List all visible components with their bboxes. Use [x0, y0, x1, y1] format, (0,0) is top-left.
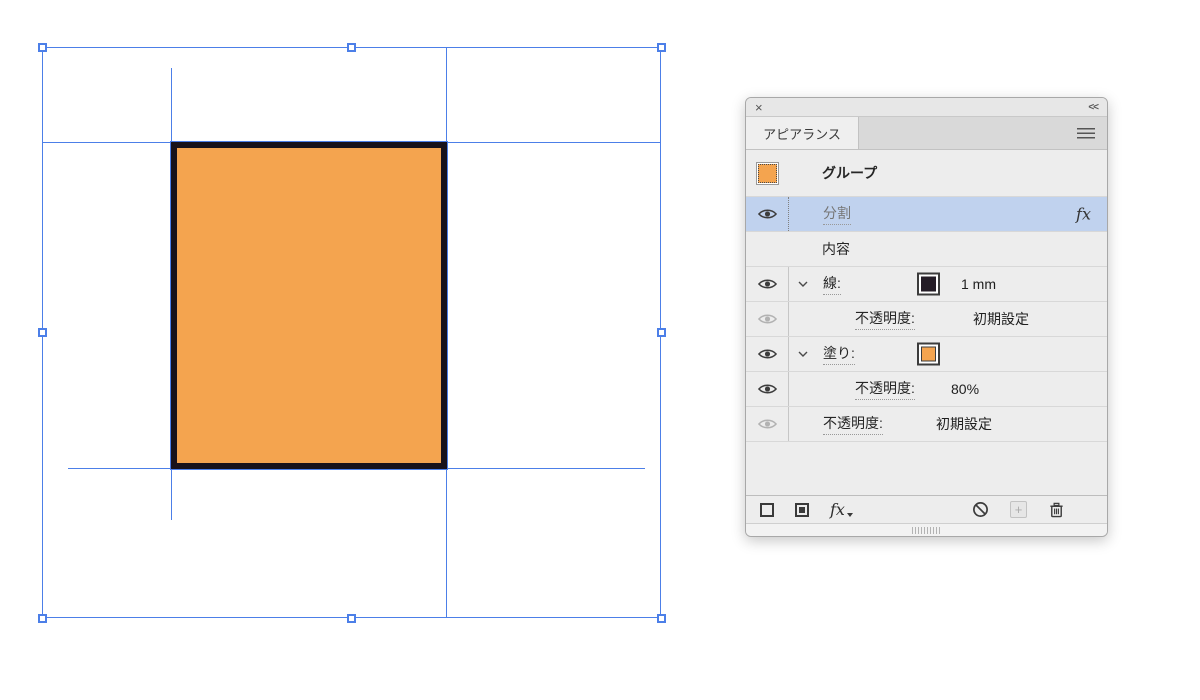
appearance-item-group[interactable]: グループ: [746, 150, 1107, 197]
panel-tabbar: アピアランス: [746, 117, 1107, 150]
divide-effect-label[interactable]: 分割: [823, 203, 851, 225]
chevron-down-icon[interactable]: [798, 281, 808, 287]
fill-color-swatch[interactable]: [917, 342, 940, 366]
eye-icon[interactable]: [757, 418, 777, 430]
chevron-down-icon[interactable]: [798, 351, 808, 357]
stroke-color-swatch[interactable]: [917, 272, 940, 296]
stroke-label[interactable]: 線:: [823, 273, 841, 295]
opacity-value: 初期設定: [936, 416, 992, 432]
eye-icon[interactable]: [757, 348, 777, 360]
opacity-label[interactable]: 不透明度:: [823, 413, 883, 435]
eye-icon[interactable]: [757, 208, 777, 220]
fill-label[interactable]: 塗り:: [823, 343, 855, 365]
tab-appearance[interactable]: アピアランス: [746, 117, 859, 149]
panel-menu-icon[interactable]: [1077, 128, 1095, 139]
group-thumbnail: [755, 161, 779, 185]
fx-menu-icon[interactable]: fx: [830, 500, 853, 519]
selection-handle-se[interactable]: [657, 614, 666, 623]
selection-handle-sw[interactable]: [38, 614, 47, 623]
selection-handle-ne[interactable]: [657, 43, 666, 52]
appearance-list-empty-area: [746, 442, 1107, 495]
appearance-panel: × << アピアランス グループ 分割 fx 内容 線: 1 mm 不透明度: …: [745, 97, 1108, 537]
trash-icon[interactable]: [1048, 501, 1065, 518]
panel-resize-strip: [746, 523, 1107, 536]
illustrator-workspace: × << アピアランス グループ 分割 fx 内容 線: 1 mm 不透明度: …: [0, 0, 1200, 700]
new-stroke-icon[interactable]: [760, 502, 774, 517]
eye-icon[interactable]: [757, 383, 777, 395]
appearance-item-divide[interactable]: 分割 fx: [746, 197, 1107, 232]
group-label: グループ: [822, 165, 878, 181]
appearance-item-contents[interactable]: 内容: [746, 232, 1107, 267]
fx-icon: fx: [1076, 204, 1091, 224]
appearance-item-stroke[interactable]: 線: 1 mm: [746, 267, 1107, 302]
appearance-item-fill-opacity[interactable]: 不透明度: 80%: [746, 372, 1107, 407]
appearance-item-stroke-opacity[interactable]: 不透明度: 初期設定: [746, 302, 1107, 337]
duplicate-item-icon[interactable]: +: [1010, 501, 1027, 518]
appearance-list: グループ 分割 fx 内容 線: 1 mm 不透明度: 初期設定 塗り: 不透明…: [746, 150, 1107, 495]
selection-handle-e[interactable]: [657, 328, 666, 337]
eye-icon[interactable]: [757, 313, 777, 325]
contents-label: 内容: [822, 241, 850, 257]
selection-handle-n[interactable]: [347, 43, 356, 52]
close-icon[interactable]: ×: [755, 101, 763, 114]
panel-toolbar: fx +: [746, 495, 1107, 523]
collapse-panel-icon[interactable]: <<: [1088, 102, 1099, 113]
resize-grip-icon[interactable]: [911, 526, 942, 534]
stroke-weight-value: 1 mm: [961, 276, 996, 292]
opacity-label[interactable]: 不透明度:: [855, 378, 915, 400]
eye-icon[interactable]: [757, 278, 777, 290]
appearance-item-fill[interactable]: 塗り:: [746, 337, 1107, 372]
opacity-label[interactable]: 不透明度:: [855, 308, 915, 330]
selection-handle-nw[interactable]: [38, 43, 47, 52]
panel-titlebar: × <<: [746, 98, 1107, 117]
opacity-value: 80%: [951, 381, 980, 397]
clear-appearance-icon[interactable]: [972, 501, 989, 518]
artwork-rectangle[interactable]: [170, 141, 448, 470]
opacity-value: 初期設定: [973, 311, 1029, 327]
new-fill-icon[interactable]: [795, 502, 809, 517]
appearance-item-group-opacity[interactable]: 不透明度: 初期設定: [746, 407, 1107, 442]
selection-handle-s[interactable]: [347, 614, 356, 623]
selection-handle-w[interactable]: [38, 328, 47, 337]
